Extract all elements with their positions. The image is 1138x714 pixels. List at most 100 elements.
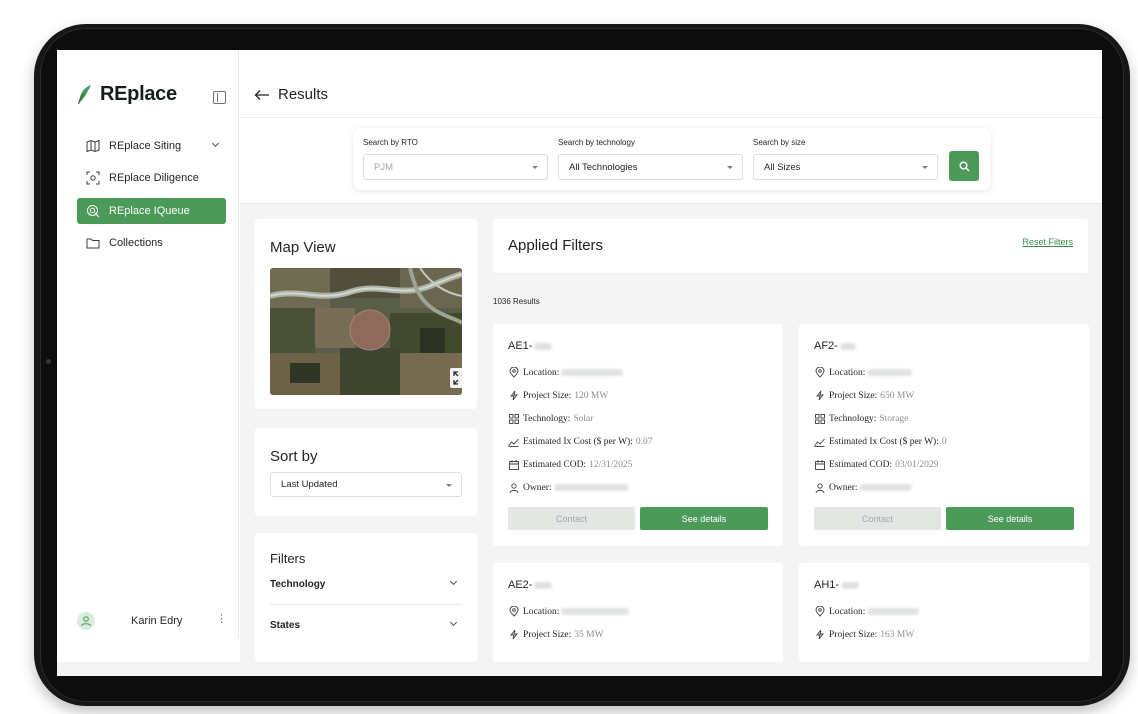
redacted-value bbox=[534, 581, 553, 589]
location-field: Location: bbox=[814, 367, 913, 378]
caret-down-icon bbox=[446, 484, 452, 487]
size-select[interactable]: All Sizes bbox=[753, 154, 938, 180]
filters-title: Filters bbox=[270, 551, 306, 566]
expand-map-button[interactable] bbox=[450, 368, 462, 388]
user-icon bbox=[814, 482, 825, 493]
sidebar-item-siting[interactable]: REplace Siting bbox=[77, 133, 226, 159]
logo[interactable]: REplace bbox=[76, 82, 177, 106]
search-button[interactable] bbox=[949, 151, 979, 181]
field-value: 12/31/2025 bbox=[589, 459, 633, 470]
grid-icon bbox=[814, 413, 825, 424]
user-menu[interactable]: Karin Edry ⋮ bbox=[77, 610, 227, 632]
sort-value: Last Updated bbox=[281, 479, 338, 490]
result-card: AH1- Location: Project Size: 163 MW bbox=[799, 563, 1089, 662]
field-value: 0.07 bbox=[635, 436, 653, 447]
sort-title: Sort by bbox=[270, 448, 318, 465]
contact-button[interactable]: Contact bbox=[508, 507, 635, 530]
scan-icon bbox=[86, 171, 100, 185]
page-header: Results bbox=[240, 50, 1102, 118]
applied-filters-card: Applied Filters Reset Filters bbox=[493, 219, 1088, 273]
sidebar: REplace REplace Siting REplace Diligence… bbox=[57, 50, 239, 638]
cost-field: Estimated Ix Cost ($ per W): 0.07 bbox=[508, 436, 652, 447]
sidebar-item-iqueue[interactable]: REplace IQueue bbox=[77, 198, 226, 224]
sidebar-item-label: Collections bbox=[109, 237, 163, 249]
search-icon bbox=[959, 161, 969, 171]
expand-icon bbox=[453, 371, 462, 385]
back-link[interactable]: Results bbox=[254, 86, 328, 103]
field-label: Owner: bbox=[829, 482, 858, 493]
calendar-icon bbox=[814, 459, 825, 470]
user-icon bbox=[508, 482, 519, 493]
collapse-sidebar-icon[interactable] bbox=[213, 91, 226, 104]
field-label: Estimated COD: bbox=[829, 459, 893, 470]
location-field: Location: bbox=[508, 606, 630, 617]
map-title: Map View bbox=[270, 239, 336, 256]
rto-label: Search by RTO bbox=[363, 138, 418, 147]
lightning-icon bbox=[508, 390, 519, 401]
result-card: AE2- Location: Project Size: 35 MW bbox=[493, 563, 783, 662]
size-label: Search by size bbox=[753, 138, 806, 147]
project-id-text: AE2- bbox=[508, 579, 533, 591]
sidebar-item-label: REplace IQueue bbox=[109, 205, 190, 217]
redacted-value bbox=[561, 369, 624, 376]
location-pin-icon bbox=[814, 367, 825, 378]
sidebar-item-diligence[interactable]: REplace Diligence bbox=[77, 165, 226, 191]
camera-dot bbox=[46, 359, 51, 364]
field-label: Location: bbox=[829, 606, 866, 617]
sidebar-item-collections[interactable]: Collections bbox=[77, 230, 226, 256]
user-name: Karin Edry bbox=[131, 615, 183, 627]
lightning-icon bbox=[814, 629, 825, 640]
technology-select[interactable]: All Technologies bbox=[558, 154, 743, 180]
caret-down-icon bbox=[532, 166, 538, 169]
field-value: 120 MW bbox=[574, 390, 609, 401]
field-label: Location: bbox=[523, 606, 560, 617]
calendar-icon bbox=[508, 459, 519, 470]
see-details-button[interactable]: See details bbox=[640, 507, 768, 530]
sort-card: Sort by Last Updated bbox=[255, 428, 477, 516]
reset-filters-link[interactable]: Reset Filters bbox=[1022, 237, 1073, 247]
filter-technology[interactable]: Technology bbox=[270, 574, 462, 594]
location-pin-icon bbox=[508, 606, 519, 617]
see-details-button[interactable]: See details bbox=[946, 507, 1074, 530]
field-label: Project Size: bbox=[829, 390, 878, 401]
size-field: Project Size: 163 MW bbox=[814, 629, 914, 640]
kebab-menu-icon[interactable]: ⋮ bbox=[216, 614, 227, 625]
sort-select[interactable]: Last Updated bbox=[270, 472, 462, 497]
project-id-text: AE1- bbox=[508, 340, 533, 352]
brand-name: REplace bbox=[100, 82, 177, 105]
cod-field: Estimated COD: 12/31/2025 bbox=[508, 459, 632, 470]
filter-label: Technology bbox=[270, 578, 326, 590]
redacted-value bbox=[841, 581, 860, 589]
page-title: Results bbox=[278, 86, 329, 103]
technology-field: Technology: Solar bbox=[508, 413, 593, 424]
map-card: Map View bbox=[255, 219, 477, 409]
filter-label: States bbox=[270, 619, 301, 631]
divider bbox=[270, 604, 462, 605]
chevron-down-icon bbox=[449, 618, 458, 627]
field-label: Project Size: bbox=[523, 390, 572, 401]
size-field: Project Size: 120 MW bbox=[508, 390, 608, 401]
field-label: Location: bbox=[829, 367, 866, 378]
chevron-down-icon bbox=[211, 139, 220, 148]
contact-button[interactable]: Contact bbox=[814, 507, 941, 530]
field-value: Storage bbox=[879, 413, 909, 424]
rto-select[interactable]: PJM bbox=[363, 154, 548, 180]
chevron-down-icon bbox=[449, 577, 458, 586]
app-screen: REplace REplace Siting REplace Diligence… bbox=[57, 50, 1102, 676]
redacted-value bbox=[867, 369, 913, 376]
rto-value: PJM bbox=[374, 161, 393, 173]
redacted-value bbox=[561, 608, 630, 615]
result-card: AF2- Location: Project Size: 650 MW Techn… bbox=[799, 324, 1089, 546]
field-label: Estimated Ix Cost ($ per W): bbox=[523, 436, 633, 447]
sidebar-item-label: REplace Siting bbox=[109, 140, 182, 152]
caret-down-icon bbox=[727, 166, 733, 169]
field-value: 03/01/2029 bbox=[895, 459, 939, 470]
field-label: Technology: bbox=[829, 413, 877, 424]
project-id: AF2- bbox=[814, 340, 856, 352]
technology-field: Technology: Storage bbox=[814, 413, 908, 424]
satellite-map[interactable] bbox=[270, 268, 462, 395]
field-label: Location: bbox=[523, 367, 560, 378]
filter-states[interactable]: States bbox=[270, 615, 462, 635]
result-card: AE1- Location: Project Size: 120 MW Techn… bbox=[493, 324, 783, 546]
field-label: Project Size: bbox=[829, 629, 878, 640]
